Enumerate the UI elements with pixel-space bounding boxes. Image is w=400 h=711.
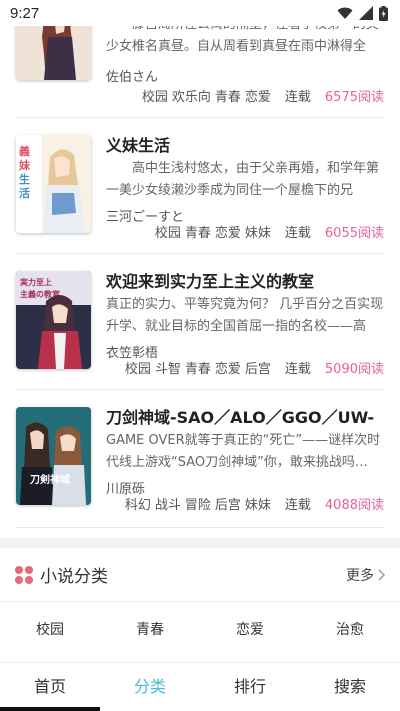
svg-text:活: 活: [19, 186, 30, 200]
book-status: 连载: [284, 498, 311, 513]
category-more-button[interactable]: 更多: [346, 565, 386, 585]
book-tag: 妹妹: [244, 226, 271, 241]
book-tag: 恋爱: [214, 362, 241, 377]
book-tags: 校园 欢乐向 青春 恋爱: [138, 86, 271, 105]
status-icons: [337, 5, 388, 21]
category-item[interactable]: 青春: [100, 619, 200, 639]
tab-category[interactable]: 分类: [100, 673, 200, 697]
category-item[interactable]: 校园: [0, 619, 100, 639]
book-desc: GAME OVER就等于真正的“死亡”——谜样次时代线上游戏“SAO刀剑神域”你…: [106, 433, 381, 470]
wifi-icon: [337, 7, 353, 19]
book-reads: 4088阅读: [324, 498, 384, 513]
category-item[interactable]: 治愈: [300, 619, 400, 639]
book-status: 连载: [284, 90, 311, 105]
book-tag: 青春: [184, 362, 211, 377]
svg-text:義: 義: [19, 144, 30, 158]
book-tags: 校园 斗智 青春 恋爱 后宫: [121, 358, 271, 377]
book-tag: 斗智: [154, 362, 181, 377]
book-desc: 高中生浅村悠太，由于父亲再婚，和学年第一美少女绫濑沙季成为同住一个屋檐下的兄妹。…: [106, 161, 380, 198]
tab-ranking[interactable]: 排行: [200, 673, 300, 697]
signal-icon: [359, 6, 373, 20]
book-title: 刀剑神域-SAO／ALO／GGO／UW-: [106, 408, 375, 427]
book-tag: 校园: [154, 226, 181, 241]
book-tag: 科幻: [124, 498, 151, 513]
book-cover: 実力至上 主義の教室: [16, 271, 91, 369]
svg-text:実力至上: 実力至上: [20, 277, 52, 287]
book-author: 佐伯さん: [106, 70, 159, 85]
section-divider: [0, 538, 400, 548]
status-bar: 9:27: [0, 0, 400, 26]
tab-search[interactable]: 搜索: [300, 673, 400, 697]
svg-text:生: 生: [19, 172, 30, 186]
home-indicator: [0, 707, 100, 711]
book-meta: 校园 青春 恋爱 妹妹 连载 6055阅读: [151, 222, 384, 241]
book-item[interactable]: 実力至上 主義の教室 欢迎来到实力至上主义的教室 真正的实力、平等究竟为何？ 几…: [16, 254, 384, 390]
chevron-right-icon: [378, 568, 386, 581]
book-tag: 冒险: [184, 498, 211, 513]
book-title: 欢迎来到实力至上主义的教室: [106, 272, 315, 291]
book-meta: 校园 斗智 青春 恋爱 后宫 连载 5090阅读: [121, 358, 384, 377]
book-item[interactable]: 義 妹 生 活 义妹生活 高中生浅村悠太，由于父亲再婚，和学年第一美少女绫濑沙季…: [16, 118, 384, 254]
book-desc: 真正的实力、平等究竟为何？ 几乎百分之百实现升学、就业目标的全国首屈一指的名校—…: [106, 297, 384, 334]
book-meta: 校园 欢乐向 青春 恋爱 连载 6575阅读: [138, 86, 384, 105]
book-tag: 恋爱: [244, 90, 271, 105]
svg-text:妹: 妹: [18, 158, 31, 172]
book-status: 连载: [284, 362, 311, 377]
category-more-label: 更多: [346, 567, 374, 584]
book-tags: 科幻 战斗 冒险 后宫 妹妹: [121, 494, 271, 513]
bottom-tab-bar: 首页 分类 排行 搜索: [0, 662, 400, 707]
book-tag: 战斗: [154, 498, 181, 513]
status-time: 9:27: [10, 4, 40, 22]
book-tag: 后宫: [244, 362, 271, 377]
book-item[interactable]: 刀剣神域 刀剑神域-SAO／ALO／GGO／UW- GAME OVER就等于真正…: [16, 390, 384, 528]
book-tag: 青春: [214, 90, 241, 105]
category-grid-icon: [15, 565, 33, 584]
book-reads: 6055阅读: [324, 226, 384, 241]
book-tag: 妹妹: [244, 498, 271, 513]
book-tags: 校园 青春 恋爱 妹妹: [151, 222, 271, 241]
svg-text:刀剣神域: 刀剣神域: [30, 473, 70, 486]
category-title: 小说分类: [40, 567, 108, 587]
book-reads: 5090阅读: [324, 362, 384, 377]
book-status: 连载: [284, 226, 311, 241]
book-tag: 青春: [184, 226, 211, 241]
category-item[interactable]: 恋爱: [200, 619, 300, 639]
book-cover: 刀剣神域: [16, 407, 91, 505]
tab-home[interactable]: 首页: [0, 673, 100, 697]
book-tag: 校园: [124, 362, 151, 377]
book-meta: 科幻 战斗 冒险 后宫 妹妹 连载 4088阅读: [121, 494, 384, 513]
book-cover: 義 妹 生 活: [16, 135, 91, 233]
book-reads: 6575阅读: [324, 90, 384, 105]
book-title: 义妹生活: [106, 136, 171, 155]
book-tag: 校园: [141, 90, 168, 105]
book-tag: 恋爱: [214, 226, 241, 241]
book-tag: 后宫: [214, 498, 241, 513]
battery-icon: [379, 5, 388, 21]
category-row: 校园 青春 恋爱 治愈: [0, 602, 400, 656]
book-tag: 欢乐向: [171, 90, 211, 105]
category-header: 小说分类 更多: [0, 548, 400, 602]
